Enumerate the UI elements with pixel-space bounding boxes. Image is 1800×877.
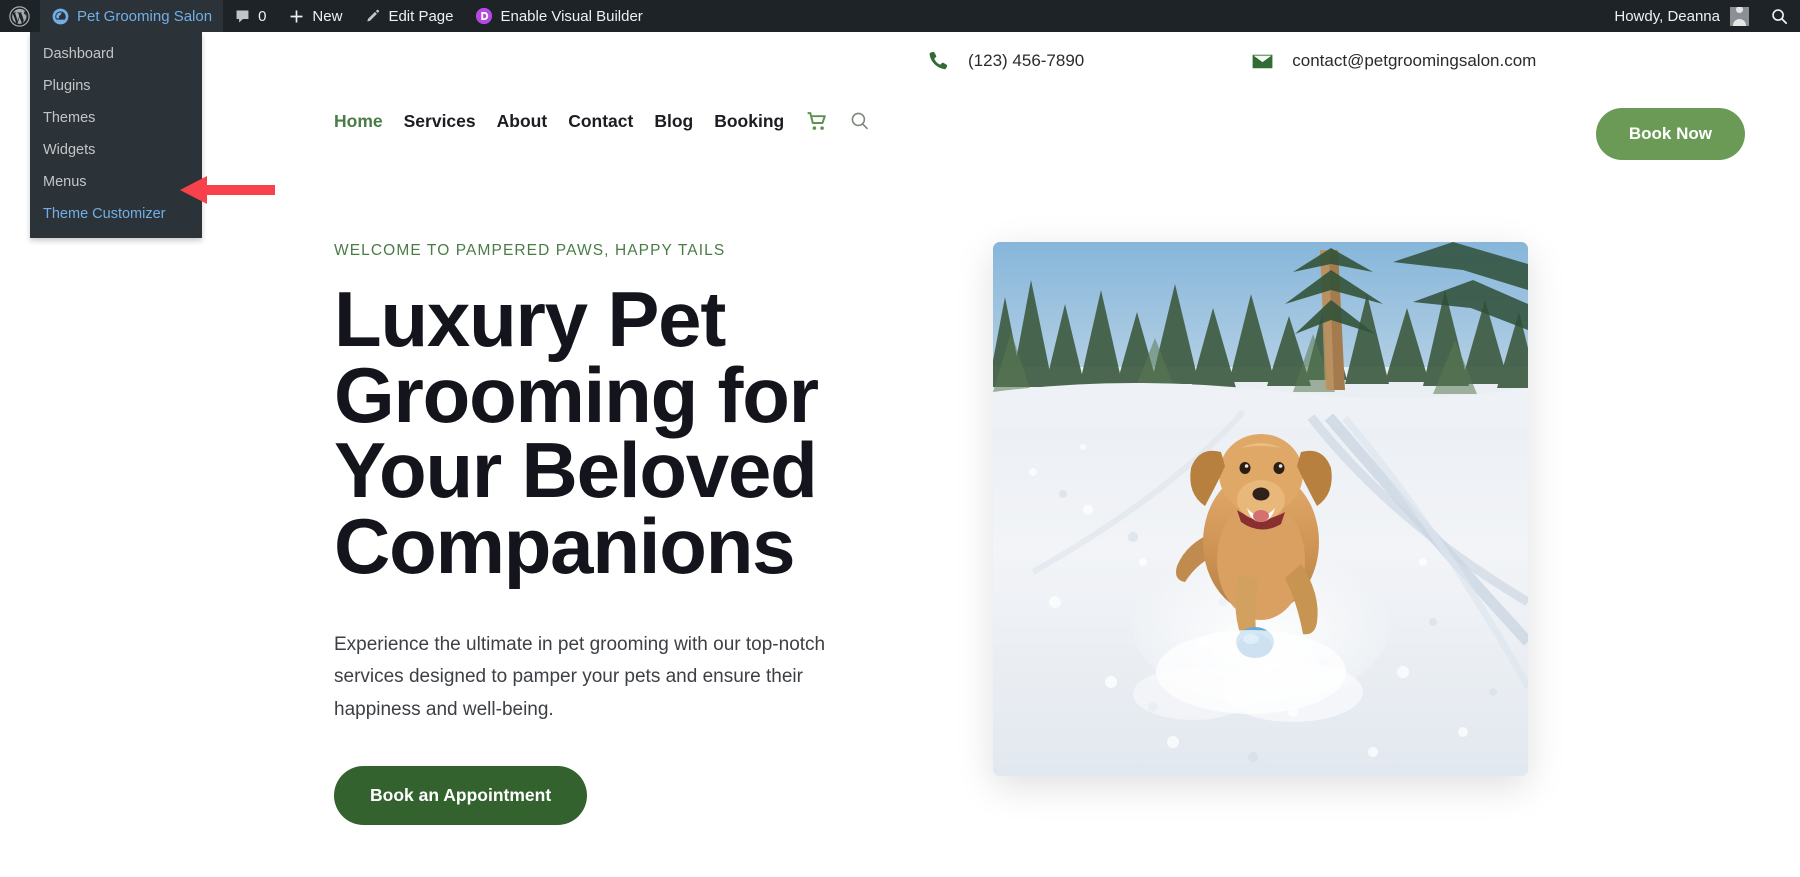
pencil-icon bbox=[364, 8, 381, 25]
enable-visual-builder-button[interactable]: Enable Visual Builder bbox=[464, 0, 653, 32]
hero-eyebrow: WELCOME TO PAMPERED PAWS, HAPPY TAILS bbox=[334, 242, 726, 259]
site-header: (123) 456-7890 contact@petgroomingsalon.… bbox=[0, 32, 1800, 160]
header-contact-bar: (123) 456-7890 contact@petgroomingsalon.… bbox=[0, 32, 1800, 90]
visual-builder-label: Enable Visual Builder bbox=[500, 7, 643, 25]
comment-bubble-icon bbox=[234, 8, 251, 25]
dropdown-item-widgets[interactable]: Widgets bbox=[30, 134, 202, 166]
primary-menu: Home Services About Contact Blog Booking bbox=[334, 109, 872, 134]
dropdown-item-menus[interactable]: Menus bbox=[30, 166, 202, 198]
golden-retriever-running-in-snow-photo bbox=[993, 242, 1528, 776]
dropdown-item-plugins[interactable]: Plugins bbox=[30, 70, 202, 102]
dashboard-speedometer-icon bbox=[51, 7, 70, 26]
user-avatar-icon bbox=[1730, 6, 1749, 26]
header-phone-label: (123) 456-7890 bbox=[968, 51, 1085, 70]
search-icon[interactable] bbox=[848, 109, 872, 133]
hero-text-column: WELCOME TO PAMPERED PAWS, HAPPY TAILS Lu… bbox=[334, 200, 894, 825]
phone-icon bbox=[925, 48, 951, 74]
dropdown-item-dashboard[interactable]: Dashboard bbox=[30, 38, 202, 70]
nav-item-home[interactable]: Home bbox=[334, 111, 404, 132]
admin-search-button[interactable] bbox=[1759, 0, 1800, 32]
hero-image-column bbox=[993, 200, 1528, 825]
dropdown-item-themes[interactable]: Themes bbox=[30, 102, 202, 134]
hero-section: WELCOME TO PAMPERED PAWS, HAPPY TAILS Lu… bbox=[0, 200, 1800, 825]
wp-admin-bar: Pet Grooming Salon 0 New Edit Page Enabl… bbox=[0, 0, 1800, 32]
plus-icon bbox=[288, 8, 305, 25]
wordpress-logo-button[interactable] bbox=[0, 0, 40, 32]
nav-item-contact[interactable]: Contact bbox=[568, 111, 654, 132]
nav-item-blog[interactable]: Blog bbox=[654, 111, 714, 132]
edit-page-button[interactable]: Edit Page bbox=[353, 0, 464, 32]
envelope-icon bbox=[1249, 48, 1275, 74]
divi-d-icon bbox=[475, 7, 493, 25]
site-name-dropdown-menu: Dashboard Plugins Themes Widgets Menus T… bbox=[30, 32, 202, 238]
site-name-label: Pet Grooming Salon bbox=[77, 7, 213, 25]
nav-item-booking[interactable]: Booking bbox=[714, 111, 805, 132]
site-name-menu[interactable]: Pet Grooming Salon bbox=[40, 0, 224, 32]
red-pointer-arrow bbox=[180, 176, 275, 204]
hero-title: Luxury Pet Grooming for Your Beloved Com… bbox=[334, 275, 819, 590]
wordpress-logo-icon bbox=[9, 5, 30, 27]
shopping-cart-icon[interactable] bbox=[805, 109, 830, 134]
hero-description: Experience the ultimate in pet grooming … bbox=[334, 633, 826, 720]
header-phone[interactable]: (123) 456-7890 bbox=[925, 48, 1084, 74]
howdy-user-menu[interactable]: Howdy, Deanna bbox=[1603, 0, 1759, 32]
admin-bar-right-group: Howdy, Deanna bbox=[1603, 0, 1800, 32]
howdy-label: Howdy, Deanna bbox=[1614, 7, 1720, 25]
nav-item-services[interactable]: Services bbox=[404, 111, 497, 132]
book-now-button[interactable]: Book Now bbox=[1595, 108, 1745, 160]
header-email-label: contact@petgroomingsalon.com bbox=[1292, 51, 1537, 70]
main-navigation-row: Home Services About Contact Blog Booking… bbox=[0, 90, 1800, 160]
dropdown-item-theme-customizer[interactable]: Theme Customizer bbox=[30, 198, 202, 230]
book-appointment-button[interactable]: Book an Appointment bbox=[334, 765, 588, 825]
header-email[interactable]: contact@petgroomingsalon.com bbox=[1249, 48, 1536, 74]
new-label: New bbox=[312, 7, 343, 25]
search-icon bbox=[1770, 7, 1789, 26]
new-content-menu[interactable]: New bbox=[277, 0, 353, 32]
comments-count: 0 bbox=[258, 7, 267, 25]
nav-item-about[interactable]: About bbox=[497, 111, 569, 132]
edit-page-label: Edit Page bbox=[388, 7, 454, 25]
comments-menu[interactable]: 0 bbox=[223, 0, 277, 32]
